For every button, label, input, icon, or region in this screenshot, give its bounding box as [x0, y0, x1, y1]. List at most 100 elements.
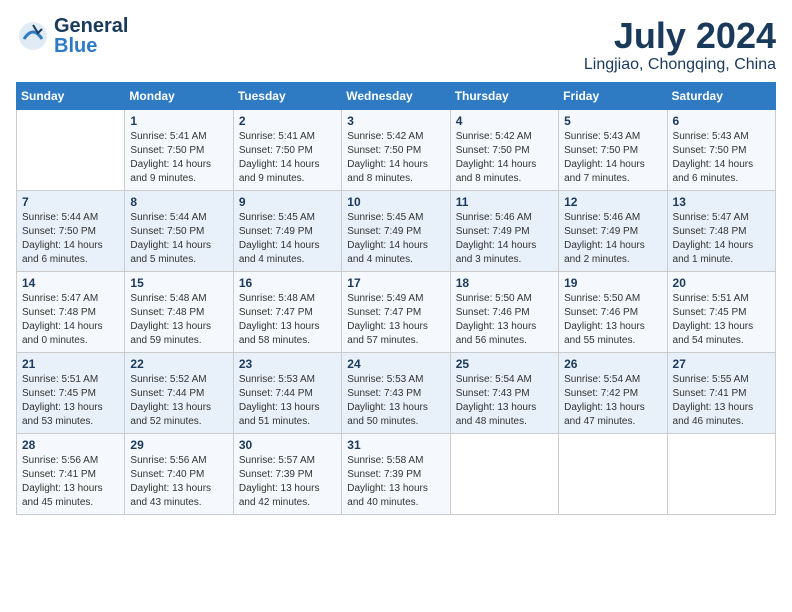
calendar-cell: 4Sunrise: 5:42 AMSunset: 7:50 PMDaylight…: [450, 109, 558, 190]
day-number: 26: [564, 357, 661, 371]
day-number: 17: [347, 276, 444, 290]
day-number: 27: [673, 357, 770, 371]
calendar-cell: 11Sunrise: 5:46 AMSunset: 7:49 PMDayligh…: [450, 190, 558, 271]
day-info: Sunrise: 5:53 AMSunset: 7:44 PMDaylight:…: [239, 373, 336, 429]
calendar-cell: 3 Sunrise: 5:42 AMSunset: 7:50 PMDaylight…: [342, 109, 450, 190]
week-row-2: 7 Sunrise: 5:44 AMSunset: 7:50 PMDaylight…: [17, 190, 776, 271]
day-number: 29: [130, 438, 227, 452]
logo-blue: Blue: [54, 36, 128, 56]
calendar-cell: 27 Sunrise: 5:55 AMSunset: 7:41 PMDayligh…: [667, 352, 775, 433]
calendar-cell: 10 Sunrise: 5:45 AMSunset: 7:49 PMDayligh…: [342, 190, 450, 271]
calendar-cell: 12Sunrise: 5:46 AMSunset: 7:49 PMDayligh…: [559, 190, 667, 271]
day-number: 31: [347, 438, 444, 452]
day-info: Sunrise: 5:51 AMSunset: 7:45 PMDaylight:…: [673, 292, 770, 348]
day-info: Sunrise: 5:54 AMSunset: 7:43 PMDaylight:…: [456, 373, 553, 429]
day-info: Sunrise: 5:56 AMSunset: 7:40 PMDaylight:…: [130, 454, 227, 510]
calendar-cell: [17, 109, 125, 190]
day-number: 5: [564, 114, 661, 128]
title-block: July 2024 Lingjiao, Chongqing, China: [584, 16, 776, 74]
calendar-cell: 15Sunrise: 5:48 AMSunset: 7:48 PMDayligh…: [125, 271, 233, 352]
day-number: 18: [456, 276, 553, 290]
day-info: Sunrise: 5:50 AMSunset: 7:46 PMDaylight:…: [456, 292, 553, 348]
calendar-cell: 19 Sunrise: 5:50 AMSunset: 7:46 PMDayligh…: [559, 271, 667, 352]
day-info: Sunrise: 5:54 AMSunset: 7:42 PMDaylight:…: [564, 373, 661, 429]
calendar-cell: [559, 433, 667, 514]
weekday-header-monday: Monday: [125, 82, 233, 109]
day-number: 14: [22, 276, 119, 290]
day-number: 11: [456, 195, 553, 209]
day-info: Sunrise: 5:56 AMSunset: 7:41 PMDaylight:…: [22, 454, 119, 510]
page-header: General Blue July 2024 Lingjiao, Chongqi…: [16, 16, 776, 74]
weekday-header-friday: Friday: [559, 82, 667, 109]
day-number: 19: [564, 276, 661, 290]
weekday-header-thursday: Thursday: [450, 82, 558, 109]
day-info: Sunrise: 5:45 AMSunset: 7:49 PMDaylight:…: [347, 211, 444, 267]
day-number: 4: [456, 114, 553, 128]
calendar-cell: 8 Sunrise: 5:44 AMSunset: 7:50 PMDaylight…: [125, 190, 233, 271]
calendar-cell: 13 Sunrise: 5:47 AMSunset: 7:48 PMDayligh…: [667, 190, 775, 271]
weekday-header-tuesday: Tuesday: [233, 82, 341, 109]
calendar-cell: 16 Sunrise: 5:48 AMSunset: 7:47 PMDayligh…: [233, 271, 341, 352]
day-info: Sunrise: 5:48 AMSunset: 7:48 PMDaylight:…: [130, 292, 227, 348]
weekday-header-saturday: Saturday: [667, 82, 775, 109]
day-info: Sunrise: 5:43 AMSunset: 7:50 PMDaylight:…: [564, 130, 661, 186]
calendar-cell: 29 Sunrise: 5:56 AMSunset: 7:40 PMDayligh…: [125, 433, 233, 514]
weekday-header-wednesday: Wednesday: [342, 82, 450, 109]
calendar-cell: 7 Sunrise: 5:44 AMSunset: 7:50 PMDaylight…: [17, 190, 125, 271]
day-number: 9: [239, 195, 336, 209]
day-info: Sunrise: 5:50 AMSunset: 7:46 PMDaylight:…: [564, 292, 661, 348]
day-number: 22: [130, 357, 227, 371]
day-info: Sunrise: 5:58 AMSunset: 7:39 PMDaylight:…: [347, 454, 444, 510]
day-info: Sunrise: 5:47 AMSunset: 7:48 PMDaylight:…: [673, 211, 770, 267]
day-number: 10: [347, 195, 444, 209]
calendar-cell: 18 Sunrise: 5:50 AMSunset: 7:46 PMDayligh…: [450, 271, 558, 352]
day-info: Sunrise: 5:47 AMSunset: 7:48 PMDaylight:…: [22, 292, 119, 348]
calendar-cell: 14 Sunrise: 5:47 AMSunset: 7:48 PMDayligh…: [17, 271, 125, 352]
day-number: 7: [22, 195, 119, 209]
day-info: Sunrise: 5:55 AMSunset: 7:41 PMDaylight:…: [673, 373, 770, 429]
week-row-3: 14 Sunrise: 5:47 AMSunset: 7:48 PMDayligh…: [17, 271, 776, 352]
calendar-table: SundayMondayTuesdayWednesdayThursdayFrid…: [16, 82, 776, 515]
day-number: 1: [130, 114, 227, 128]
logo: General Blue: [16, 16, 128, 56]
calendar-cell: 17 Sunrise: 5:49 AMSunset: 7:47 PMDayligh…: [342, 271, 450, 352]
day-number: 28: [22, 438, 119, 452]
day-info: Sunrise: 5:49 AMSunset: 7:47 PMDaylight:…: [347, 292, 444, 348]
calendar-cell: [450, 433, 558, 514]
weekday-header-row: SundayMondayTuesdayWednesdayThursdayFrid…: [17, 82, 776, 109]
day-number: 8: [130, 195, 227, 209]
day-number: 21: [22, 357, 119, 371]
day-number: 23: [239, 357, 336, 371]
calendar-cell: 22Sunrise: 5:52 AMSunset: 7:44 PMDayligh…: [125, 352, 233, 433]
day-number: 6: [673, 114, 770, 128]
location-title: Lingjiao, Chongqing, China: [584, 56, 776, 74]
calendar-cell: 24Sunrise: 5:53 AMSunset: 7:43 PMDayligh…: [342, 352, 450, 433]
calendar-cell: 26 Sunrise: 5:54 AMSunset: 7:42 PMDayligh…: [559, 352, 667, 433]
calendar-cell: 20 Sunrise: 5:51 AMSunset: 7:45 PMDayligh…: [667, 271, 775, 352]
calendar-cell: 9Sunrise: 5:45 AMSunset: 7:49 PMDaylight…: [233, 190, 341, 271]
calendar-cell: 2 Sunrise: 5:41 AMSunset: 7:50 PMDaylight…: [233, 109, 341, 190]
calendar-cell: 1 Sunrise: 5:41 AMSunset: 7:50 PMDaylight…: [125, 109, 233, 190]
day-info: Sunrise: 5:44 AMSunset: 7:50 PMDaylight:…: [130, 211, 227, 267]
day-info: Sunrise: 5:41 AMSunset: 7:50 PMDaylight:…: [130, 130, 227, 186]
month-title: July 2024: [584, 16, 776, 56]
calendar-cell: 6Sunrise: 5:43 AMSunset: 7:50 PMDaylight…: [667, 109, 775, 190]
calendar-cell: 31 Sunrise: 5:58 AMSunset: 7:39 PMDayligh…: [342, 433, 450, 514]
week-row-4: 21Sunrise: 5:51 AMSunset: 7:45 PMDayligh…: [17, 352, 776, 433]
day-number: 3: [347, 114, 444, 128]
calendar-cell: [667, 433, 775, 514]
day-number: 2: [239, 114, 336, 128]
day-number: 16: [239, 276, 336, 290]
day-number: 20: [673, 276, 770, 290]
day-info: Sunrise: 5:41 AMSunset: 7:50 PMDaylight:…: [239, 130, 336, 186]
day-number: 12: [564, 195, 661, 209]
day-info: Sunrise: 5:44 AMSunset: 7:50 PMDaylight:…: [22, 211, 119, 267]
day-number: 13: [673, 195, 770, 209]
day-info: Sunrise: 5:48 AMSunset: 7:47 PMDaylight:…: [239, 292, 336, 348]
calendar-cell: 23 Sunrise: 5:53 AMSunset: 7:44 PMDayligh…: [233, 352, 341, 433]
day-number: 30: [239, 438, 336, 452]
week-row-1: 1 Sunrise: 5:41 AMSunset: 7:50 PMDaylight…: [17, 109, 776, 190]
weekday-header-sunday: Sunday: [17, 82, 125, 109]
day-info: Sunrise: 5:42 AMSunset: 7:50 PMDaylight:…: [347, 130, 444, 186]
day-number: 25: [456, 357, 553, 371]
